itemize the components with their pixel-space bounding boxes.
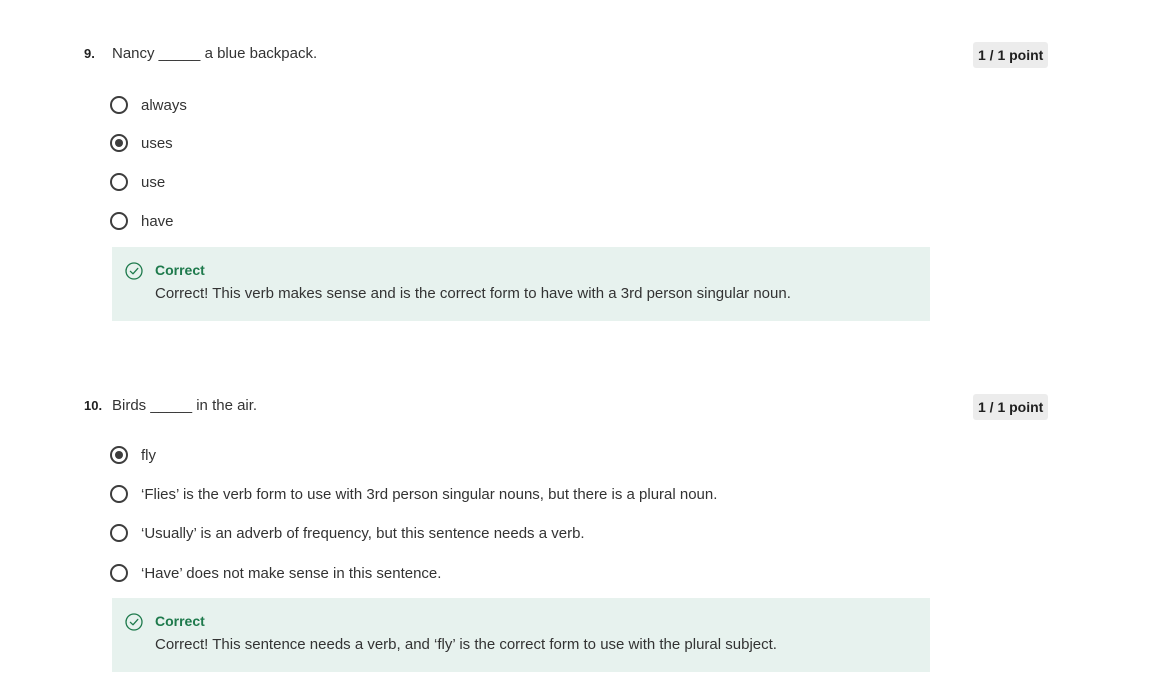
points-badge: 1 / 1 point — [973, 394, 1049, 420]
radio-button[interactable] — [110, 173, 128, 191]
option-label: uses — [141, 134, 173, 152]
answer-option[interactable]: use — [110, 171, 165, 193]
radio-button[interactable] — [110, 564, 128, 582]
answer-option[interactable]: fly — [110, 444, 156, 466]
points-badge: 1 / 1 point — [973, 42, 1049, 68]
option-label: use — [141, 173, 166, 191]
answer-option[interactable]: ‘Usually’ is an adverb of frequency, but… — [110, 522, 585, 544]
option-label: fly — [141, 446, 156, 464]
question-prompt: Birds _____ in the air. — [112, 397, 258, 414]
option-label: ‘Usually’ is an adverb of frequency, but… — [141, 524, 585, 542]
option-label: have — [141, 212, 174, 230]
answer-option[interactable]: ‘Have’ does not make sense in this sente… — [110, 562, 441, 584]
answer-option[interactable]: always — [110, 94, 187, 116]
question-number: 10. — [84, 398, 103, 413]
check-circle-icon — [125, 613, 143, 631]
feedback-text: Correct! This verb makes sense and is th… — [155, 285, 791, 302]
question-prompt: Nancy _____ a blue backpack. — [112, 45, 318, 62]
radio-button-selected[interactable] — [110, 446, 128, 464]
feedback-box: Correct Correct! This sentence needs a v… — [112, 598, 930, 672]
option-label: ‘Have’ does not make sense in this sente… — [141, 564, 442, 582]
feedback-title: Correct — [155, 613, 205, 629]
radio-button[interactable] — [110, 96, 128, 114]
option-label: ‘Flies’ is the verb form to use with 3rd… — [141, 485, 718, 503]
option-label: always — [141, 96, 187, 114]
answer-option[interactable]: ‘Flies’ is the verb form to use with 3rd… — [110, 483, 717, 505]
feedback-title: Correct — [155, 262, 205, 278]
check-circle-icon — [125, 262, 143, 280]
answer-option[interactable]: uses — [110, 132, 173, 154]
feedback-box: Correct Correct! This verb makes sense a… — [112, 247, 930, 321]
feedback-text: Correct! This sentence needs a verb, and… — [155, 636, 777, 653]
radio-button[interactable] — [110, 212, 128, 230]
question-number: 9. — [84, 46, 95, 61]
radio-button[interactable] — [110, 485, 128, 503]
radio-button-selected[interactable] — [110, 134, 128, 152]
radio-button[interactable] — [110, 524, 128, 542]
answer-option[interactable]: have — [110, 210, 174, 232]
